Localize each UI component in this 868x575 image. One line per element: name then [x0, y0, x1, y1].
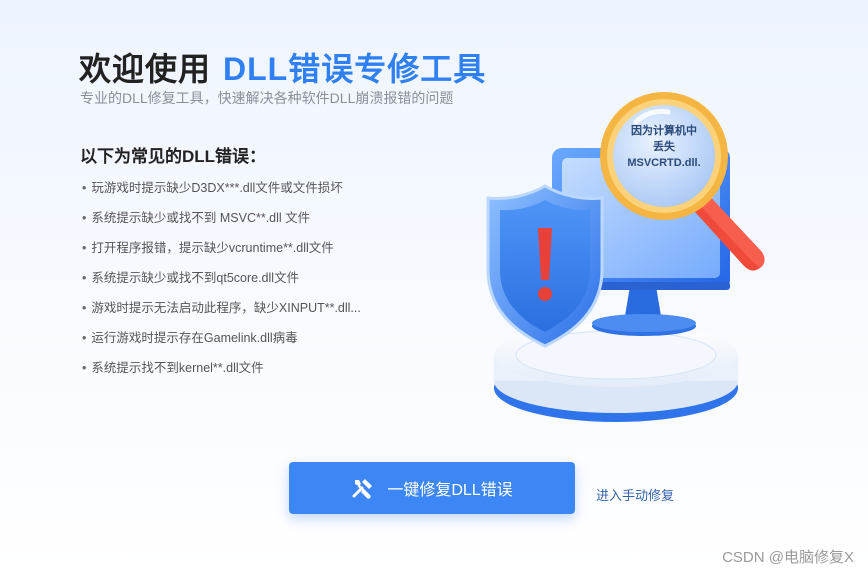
- lens-text-line2: 丢失: [653, 139, 676, 153]
- watermark: CSDN @电脑修复X: [722, 549, 854, 566]
- page-title: 欢迎使用 DLL错误专修工具: [79, 44, 486, 90]
- error-item: 系统提示找不到kernel**.dll文件: [82, 358, 361, 388]
- manual-repair-link[interactable]: 进入手动修复: [596, 485, 674, 504]
- error-item: 系统提示缺少或找不到 MSVC**.dll 文件: [82, 208, 361, 238]
- repair-button-label: 一键修复DLL错误: [387, 482, 513, 499]
- warning-shield-icon: [486, 184, 604, 348]
- lens-text-line1: 因为计算机中: [631, 123, 697, 137]
- error-item: 系统提示缺少或找不到qt5core.dll文件: [82, 268, 361, 298]
- title-prefix: 欢迎使用: [79, 51, 212, 87]
- monitor-stand: [592, 286, 696, 336]
- title-highlight: DLL错误专修工具: [223, 51, 487, 87]
- errors-heading: 以下为常见的DLL错误：: [80, 147, 267, 166]
- hero-illustration: 因为计算机中 丢失 MSVCRTD.dll.: [450, 70, 780, 450]
- one-click-repair-button[interactable]: 一键修复DLL错误: [289, 462, 575, 514]
- error-item: 玩游戏时提示缺少D3DX***.dll文件或文件损坏: [82, 178, 361, 208]
- error-item: 游戏时提示无法启动此程序，缺少XINPUT**.dll...: [82, 298, 360, 328]
- page-subtitle: 专业的DLL修复工具，快速解决各种软件DLL崩溃报错的问题: [80, 90, 454, 106]
- tools-icon: [351, 476, 375, 500]
- lens-text-line3: MSVCRTD.dll.: [627, 157, 700, 169]
- error-item: 运行游戏时提示存在Gamelink.dll病毒: [82, 328, 361, 358]
- error-list: 玩游戏时提示缺少D3DX***.dll文件或文件损坏 系统提示缺少或找不到 MS…: [82, 178, 361, 388]
- error-item: 打开程序报错，提示缺少vcruntime**.dll文件: [82, 238, 361, 268]
